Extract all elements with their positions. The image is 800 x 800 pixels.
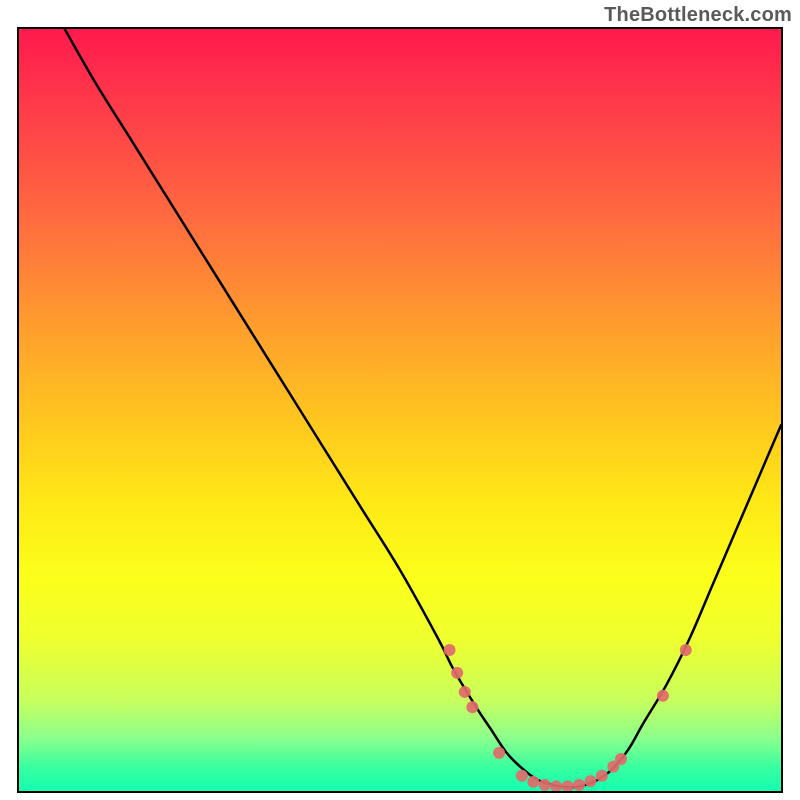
plot-area — [17, 27, 783, 793]
plot-svg — [19, 29, 781, 791]
data-marker — [550, 780, 562, 791]
data-marker — [615, 753, 627, 765]
data-marker — [527, 776, 539, 788]
marker-layer — [444, 644, 692, 791]
data-marker — [585, 775, 597, 787]
data-marker — [573, 779, 585, 791]
data-marker — [516, 770, 528, 782]
bottleneck-curve — [65, 29, 781, 787]
data-marker — [562, 780, 574, 791]
data-marker — [451, 667, 463, 679]
data-marker — [444, 644, 456, 656]
data-marker — [657, 690, 669, 702]
data-marker — [596, 770, 608, 782]
data-marker — [466, 701, 478, 713]
data-marker — [680, 644, 692, 656]
watermark-label: TheBottleneck.com — [604, 4, 792, 27]
data-marker — [493, 747, 505, 759]
curve-layer — [65, 29, 781, 787]
chart-frame: TheBottleneck.com — [0, 0, 800, 800]
data-marker — [459, 686, 471, 698]
data-marker — [539, 779, 551, 791]
